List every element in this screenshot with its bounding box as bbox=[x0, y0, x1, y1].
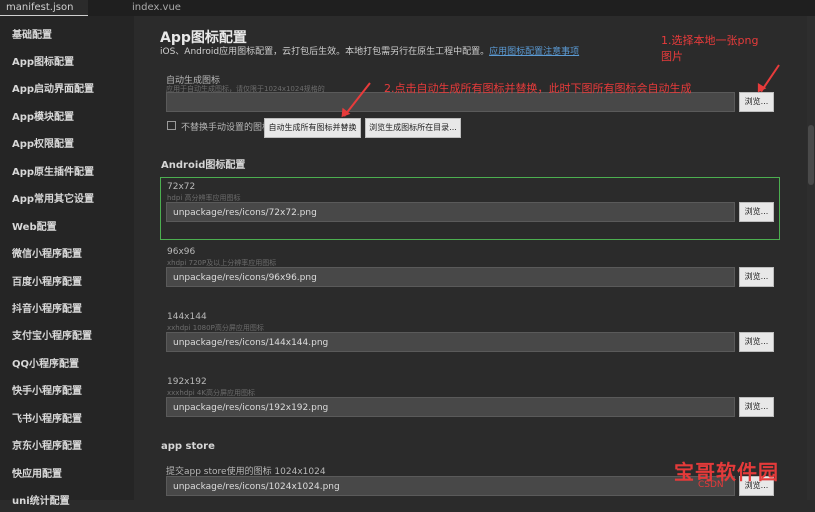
icon-96-browse-button[interactable]: 浏览... bbox=[739, 267, 774, 287]
page-description: iOS、Android应用图标配置，云打包后生效。本地打包需另行在原生工程中配置… bbox=[160, 44, 579, 57]
sidebar-item-modules[interactable]: App模块配置 bbox=[12, 108, 74, 128]
icon-144-size: 144x144 bbox=[167, 312, 207, 322]
sidebar-item-alipay[interactable]: 支付宝小程序配置 bbox=[12, 327, 92, 347]
annotation-step2: 2.点击自动生成所有图标并替换，此时下图所有图标会自动生成 bbox=[384, 82, 692, 95]
appstore-icon-path-input[interactable]: unpackage/res/icons/1024x1024.png bbox=[166, 476, 735, 496]
icon-144-path-input[interactable]: unpackage/res/icons/144x144.png bbox=[166, 332, 735, 352]
sidebar-item-feishu[interactable]: 飞书小程序配置 bbox=[12, 410, 82, 430]
appstore-section-title: app store bbox=[161, 441, 215, 452]
watermark-sub: CSDN bbox=[698, 480, 724, 490]
sidebar-item-basic[interactable]: 基础配置 bbox=[12, 26, 52, 46]
sidebar-item-splash[interactable]: App启动界面配置 bbox=[12, 80, 94, 100]
watermark-logo: 宝哥软件园 CSDN bbox=[670, 456, 810, 496]
sidebar-item-quickapp[interactable]: 快应用配置 bbox=[12, 465, 62, 485]
annotation-step1-line1: 1.选择本地一张png bbox=[661, 34, 759, 47]
icon-72-size: 72x72 bbox=[167, 182, 196, 192]
icon-96-path-input[interactable]: unpackage/res/icons/96x96.png bbox=[166, 267, 735, 287]
icon-192-path-input[interactable]: unpackage/res/icons/192x192.png bbox=[166, 397, 735, 417]
icon-72-browse-button[interactable]: 浏览... bbox=[739, 202, 774, 222]
sidebar-item-native-plugins[interactable]: App原生插件配置 bbox=[12, 163, 94, 183]
sidebar-item-douyin[interactable]: 抖音小程序配置 bbox=[12, 300, 82, 320]
no-replace-label: 不替换手动设置的图标 bbox=[181, 123, 272, 133]
scrollbar-thumb[interactable] bbox=[808, 125, 814, 185]
no-replace-checkbox[interactable] bbox=[167, 121, 176, 130]
sidebar-item-jd[interactable]: 京东小程序配置 bbox=[12, 437, 82, 457]
icon-config-notes-link[interactable]: 应用图标配置注意事项 bbox=[489, 47, 579, 57]
scrollbar-track[interactable] bbox=[807, 16, 815, 500]
sidebar-item-app-icon[interactable]: App图标配置 bbox=[12, 53, 74, 73]
description-text: iOS、Android应用图标配置，云打包后生效。本地打包需另行在原生工程中配置… bbox=[160, 47, 490, 57]
sidebar-item-baidu[interactable]: 百度小程序配置 bbox=[12, 273, 82, 293]
icon-144-browse-button[interactable]: 浏览... bbox=[739, 332, 774, 352]
android-section-title: Android图标配置 bbox=[161, 160, 246, 171]
auto-generate-button[interactable]: 自动生成所有图标并替换 bbox=[264, 118, 361, 138]
open-icon-dir-button[interactable]: 浏览生成图标所在目录... bbox=[365, 118, 461, 138]
icon-192-size: 192x192 bbox=[167, 377, 207, 387]
icon-72-path-input[interactable]: unpackage/res/icons/72x72.png bbox=[166, 202, 735, 222]
watermark-text: 宝哥软件园 bbox=[674, 460, 779, 484]
editor-tab-bar: manifest.json index.vue bbox=[0, 0, 815, 16]
icon-192-browse-button[interactable]: 浏览... bbox=[739, 397, 774, 417]
sidebar-item-other-settings[interactable]: App常用其它设置 bbox=[12, 190, 94, 210]
tab-index-vue[interactable]: index.vue bbox=[126, 0, 187, 16]
annotation-step1-line2: 图片 bbox=[661, 50, 683, 63]
auto-icon-browse-button[interactable]: 浏览... bbox=[739, 92, 774, 112]
tab-manifest-json[interactable]: manifest.json bbox=[0, 0, 88, 16]
icon-96-size: 96x96 bbox=[167, 247, 196, 257]
sidebar-item-qq[interactable]: QQ小程序配置 bbox=[12, 355, 79, 375]
sidebar: 基础配置 App图标配置 App启动界面配置 App模块配置 App权限配置 A… bbox=[0, 16, 134, 507]
sidebar-item-permissions[interactable]: App权限配置 bbox=[12, 135, 74, 155]
sidebar-item-kuaishou[interactable]: 快手小程序配置 bbox=[12, 382, 82, 402]
sidebar-item-web[interactable]: Web配置 bbox=[12, 218, 57, 238]
sidebar-item-weixin[interactable]: 微信小程序配置 bbox=[12, 245, 82, 265]
sidebar-item-uni-stat[interactable]: uni统计配置 bbox=[12, 492, 70, 512]
